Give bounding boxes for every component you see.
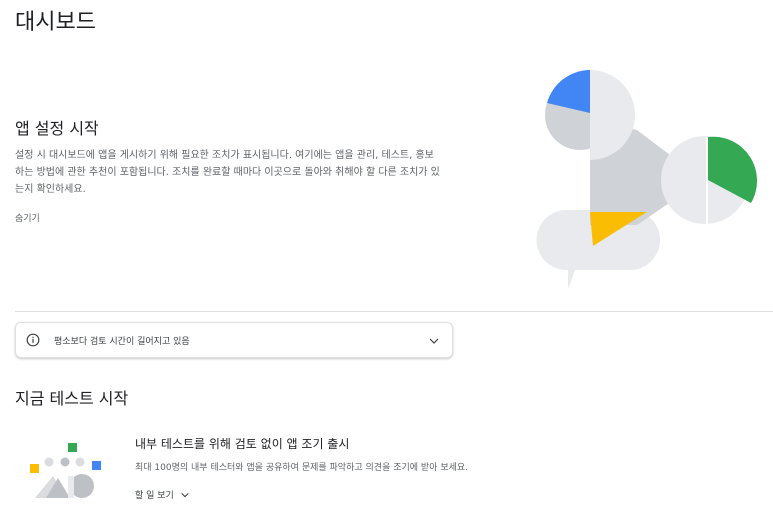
- setup-illustration: [536, 70, 758, 289]
- setup-title: 앱 설정 시작: [15, 119, 99, 138]
- internal-test-description: 최대 100명의 내부 테스터와 앱을 공유하여 문제를 파악하고 의견을 조기…: [135, 463, 469, 473]
- notice-text: 평소보다 검토 시간이 길어지고 있음: [54, 337, 190, 347]
- testing-illustration: [30, 443, 101, 498]
- info-icon: [26, 333, 40, 347]
- view-tasks-link[interactable]: 할 일 보기: [135, 488, 190, 501]
- setup-description: 설정 시 대시보드에 앱을 게시하기 위해 필요한 조치가 표시됩니다. 여기에…: [15, 150, 440, 195]
- page-title: 대시보드: [15, 10, 96, 35]
- testing-title: 지금 테스트 시작: [15, 389, 129, 408]
- view-tasks-label: 할 일 보기: [135, 491, 174, 501]
- section-divider: [15, 311, 773, 312]
- internal-test-title: 내부 테스트를 위해 검토 없이 앱 조기 출시: [135, 437, 350, 451]
- hide-link[interactable]: 숨기기: [15, 211, 40, 224]
- chevron-down-icon: [181, 492, 189, 497]
- chevron-down-icon[interactable]: [428, 335, 440, 347]
- review-notice[interactable]: 평소보다 검토 시간이 길어지고 있음: [15, 322, 453, 358]
